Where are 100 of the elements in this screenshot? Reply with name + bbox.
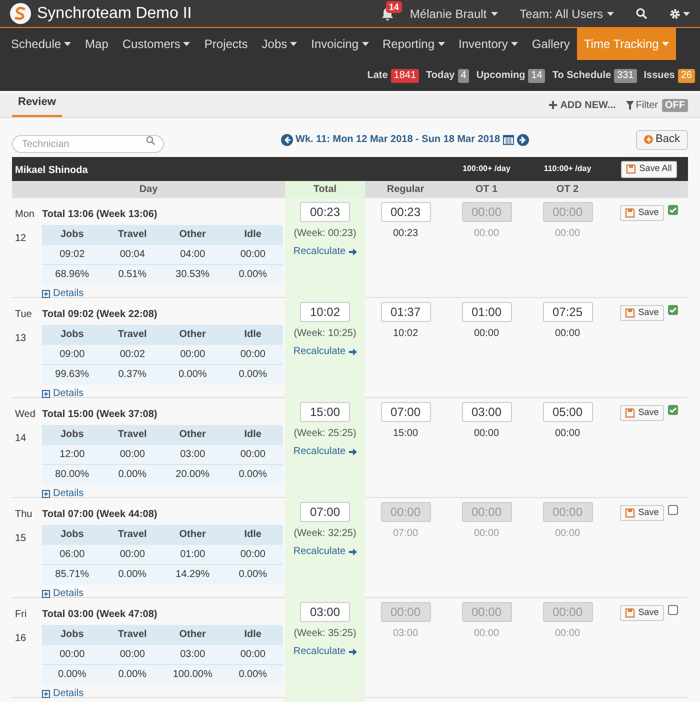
nav-tab[interactable]: Gallery xyxy=(524,28,577,60)
save-button[interactable]: Save xyxy=(620,205,664,221)
checkbox[interactable] xyxy=(668,605,678,615)
nav-tab[interactable]: Reporting xyxy=(376,28,452,60)
week-total: (Week: 10:25) xyxy=(294,327,356,341)
computed-time: 10:02 xyxy=(392,327,418,341)
column-header: Total xyxy=(313,183,337,197)
table-header: Travel xyxy=(102,225,162,245)
computed-time: 15:00 xyxy=(392,427,418,441)
review-tab[interactable]: Review xyxy=(12,94,62,117)
table-header: Jobs xyxy=(42,525,102,545)
caret-icon xyxy=(490,12,498,16)
time-field[interactable]: 07:00 xyxy=(380,402,430,422)
settings-button[interactable] xyxy=(669,8,690,20)
computed-time: 00:00 xyxy=(474,427,500,441)
details-link[interactable]: Details xyxy=(42,586,84,601)
status-label[interactable]: Issues xyxy=(644,68,675,83)
time-field[interactable]: 03:00 xyxy=(462,402,512,422)
technician-search-field[interactable]: Technician xyxy=(12,135,164,153)
search-icon xyxy=(146,136,155,144)
status-label[interactable]: To Schedule xyxy=(552,68,612,83)
table-cell: 20.00% xyxy=(162,465,223,485)
time-field[interactable]: 07:25 xyxy=(542,302,592,322)
table-header: Idle xyxy=(222,325,283,345)
details-link[interactable]: Details xyxy=(42,386,84,401)
time-field[interactable]: 01:37 xyxy=(380,302,430,322)
recalculate-link[interactable]: Recalculate xyxy=(293,244,357,259)
caret-icon xyxy=(510,42,518,46)
nav-tab[interactable]: Invoicing xyxy=(304,28,376,60)
table-cell: 00:00 xyxy=(222,245,283,265)
total-time-field[interactable]: 00:23 xyxy=(300,202,350,222)
caret-icon xyxy=(183,42,190,46)
checkbox[interactable] xyxy=(668,405,678,415)
user-menu[interactable]: Mélanie Brault xyxy=(410,4,498,22)
recalculate-link[interactable]: Recalculate xyxy=(293,544,357,559)
save-button[interactable]: Save xyxy=(620,305,664,321)
save-button[interactable]: Save xyxy=(620,605,664,621)
caret-icon xyxy=(662,42,669,46)
status-label[interactable]: Late xyxy=(367,68,388,83)
details-link[interactable]: Details xyxy=(42,686,84,701)
total-time-field[interactable]: 10:02 xyxy=(300,302,350,322)
app-title[interactable]: Synchroteam Demo II xyxy=(37,2,192,26)
table-cell: 03:00 xyxy=(162,445,223,465)
back-button[interactable]: Back xyxy=(636,130,688,150)
recalculate-link[interactable]: Recalculate xyxy=(293,644,357,659)
add-new-button[interactable]: ADD NEW... xyxy=(549,98,616,112)
logo-icon[interactable] xyxy=(10,3,31,24)
save-all-button[interactable]: Save All xyxy=(621,160,677,178)
computed-time: 00:00 xyxy=(554,427,580,441)
team-menu[interactable]: Team: All Users xyxy=(520,4,614,22)
calendar-icon[interactable] xyxy=(503,134,514,145)
table-cell: 0.00% xyxy=(222,665,283,685)
nav-tab[interactable]: Schedule xyxy=(4,28,78,60)
table-header: Other xyxy=(162,225,223,245)
nav-tab[interactable]: Map xyxy=(78,28,116,60)
status-label[interactable]: Upcoming xyxy=(476,68,526,83)
computed-time: 00:23 xyxy=(392,227,418,241)
nav-tab[interactable]: Inventory xyxy=(452,28,525,60)
details-link[interactable]: Details xyxy=(42,286,84,301)
table-cell: 30.53% xyxy=(162,265,223,285)
day-total-summary: Total 13:06 (Week 13:06) xyxy=(42,208,158,222)
table-cell: 0.00% xyxy=(162,365,223,385)
column-header: Regular xyxy=(386,183,424,197)
count-badge: 4 xyxy=(458,68,470,82)
table-cell: 00:00 xyxy=(162,345,223,365)
search-icon[interactable] xyxy=(636,8,647,19)
nav-tab[interactable]: Customers xyxy=(115,28,198,60)
total-time-field[interactable]: 03:00 xyxy=(300,602,350,622)
save-button[interactable]: Save xyxy=(620,405,664,421)
checkbox[interactable] xyxy=(668,505,678,515)
week-total: (Week: 35:25) xyxy=(294,627,356,641)
recalculate-link[interactable]: Recalculate xyxy=(293,344,357,359)
status-label[interactable]: Today xyxy=(426,68,455,83)
details-link[interactable]: Details xyxy=(42,486,84,501)
save-button[interactable]: Save xyxy=(620,505,664,521)
table-cell: 03:00 xyxy=(162,645,223,665)
checkbox[interactable] xyxy=(668,205,678,215)
day-number: 12 xyxy=(15,232,28,246)
plus-square-icon xyxy=(42,690,50,698)
next-week-icon[interactable] xyxy=(517,134,530,146)
plus-square-icon xyxy=(42,290,50,298)
arrow-right-icon xyxy=(348,548,357,556)
funnel-icon[interactable] xyxy=(626,100,634,110)
plus-square-icon xyxy=(42,390,50,398)
computed-time: 03:00 xyxy=(392,627,418,641)
time-field[interactable]: 01:00 xyxy=(462,302,512,322)
total-time-field[interactable]: 07:00 xyxy=(300,502,350,522)
table-header: Idle xyxy=(222,425,283,445)
nav-tab[interactable]: Jobs xyxy=(254,28,304,60)
table-cell: 0.00% xyxy=(222,565,283,585)
time-field[interactable]: 05:00 xyxy=(542,402,592,422)
computed-time: 00:00 xyxy=(554,327,580,341)
total-time-field[interactable]: 15:00 xyxy=(300,402,350,422)
time-field[interactable]: 00:23 xyxy=(380,202,430,222)
recalculate-link[interactable]: Recalculate xyxy=(293,444,357,459)
weekday: Mon xyxy=(15,208,36,222)
filter-label[interactable]: Filter xyxy=(636,98,658,112)
previous-week-icon[interactable] xyxy=(280,134,292,146)
nav-tab[interactable]: Projects xyxy=(197,28,255,60)
checkbox[interactable] xyxy=(668,305,678,315)
